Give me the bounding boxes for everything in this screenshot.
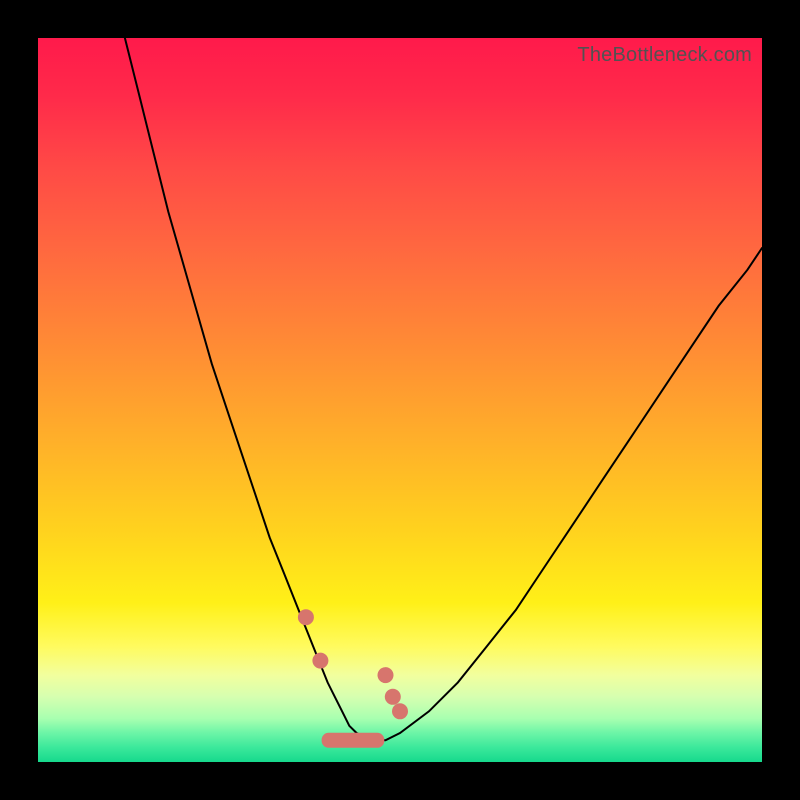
bottleneck-curve [125,38,762,740]
marker-dot-2 [378,667,394,683]
marker-dot-1 [312,653,328,669]
chart-svg [38,38,762,762]
plot-area: TheBottleneck.com [38,38,762,762]
marker-dot-0 [298,609,314,625]
marker-group [298,609,408,719]
marker-dot-4 [392,703,408,719]
marker-bottom-segment [322,733,385,748]
chart-frame: TheBottleneck.com [0,0,800,800]
marker-dot-3 [385,689,401,705]
